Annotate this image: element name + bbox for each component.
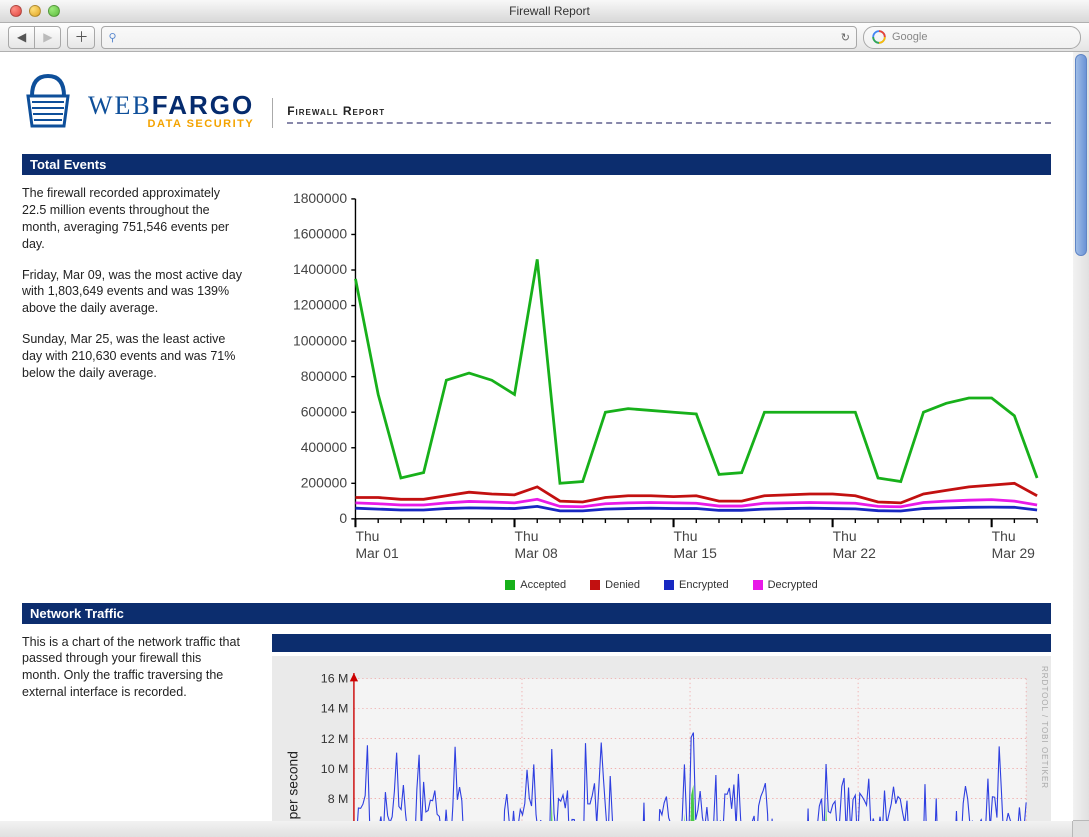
- legend-item-decrypted: Decrypted: [753, 579, 818, 591]
- search-placeholder: Google: [892, 31, 927, 43]
- svg-text:1600000: 1600000: [293, 226, 347, 242]
- resize-corner[interactable]: [1072, 820, 1089, 837]
- window-title: Firewall Report: [110, 4, 989, 18]
- svg-text:Thu: Thu: [833, 528, 857, 544]
- brand-sub: DATA SECURITY: [88, 119, 254, 130]
- events-p2: Friday, Mar 09, was the most active day …: [22, 267, 242, 318]
- legend-item-encrypted: Encrypted: [664, 579, 729, 591]
- svg-text:12 M: 12 M: [321, 731, 349, 745]
- svg-text:Mar 01: Mar 01: [355, 545, 399, 561]
- back-button[interactable]: ◀: [8, 26, 34, 49]
- events-summary: The firewall recorded approximately 22.5…: [22, 185, 242, 396]
- events-p1: The firewall recorded approximately 22.5…: [22, 185, 242, 253]
- browser-toolbar: ◀ ▶ ＋ ⚲ ↻ Google: [0, 23, 1089, 52]
- svg-text:800000: 800000: [301, 368, 348, 384]
- events-chart: 0 200000 400000 600000 800000 1000000 1200000 1…: [272, 185, 1051, 575]
- events-p3: Sunday, Mar 25, was the least active day…: [22, 331, 242, 382]
- reload-button[interactable]: ↻: [841, 31, 850, 44]
- svg-text:8 M: 8 M: [328, 791, 349, 805]
- close-window-button[interactable]: [10, 5, 22, 17]
- svg-text:600000: 600000: [301, 403, 348, 419]
- window-titlebar: Firewall Report: [0, 0, 1089, 23]
- svg-text:Thu: Thu: [992, 528, 1016, 544]
- svg-text:10 M: 10 M: [321, 761, 349, 775]
- google-icon: [872, 30, 886, 44]
- svg-text:16 M: 16 M: [321, 671, 349, 685]
- traffic-p1: This is a chart of the network traffic t…: [22, 634, 242, 702]
- svg-text:Mar 15: Mar 15: [674, 545, 718, 561]
- svg-text:400000: 400000: [301, 439, 348, 455]
- site-icon: ⚲: [108, 31, 116, 44]
- padlock-icon: [22, 70, 74, 130]
- zoom-window-button[interactable]: [48, 5, 60, 17]
- page-header: WEBFARGO DATA SECURITY Firewall Report: [22, 70, 1051, 130]
- svg-text:Thu: Thu: [515, 528, 539, 544]
- traffic-summary: This is a chart of the network traffic t…: [22, 634, 242, 716]
- events-legend: Accepted Denied Encrypted Decrypted: [272, 579, 1051, 591]
- address-bar[interactable]: ⚲ ↻: [101, 26, 857, 49]
- svg-text:Mar 22: Mar 22: [833, 545, 877, 561]
- vertical-scroll-thumb[interactable]: [1075, 54, 1087, 256]
- svg-text:1200000: 1200000: [293, 297, 347, 313]
- svg-text:Thu: Thu: [355, 528, 379, 544]
- svg-text:1400000: 1400000: [293, 261, 347, 277]
- forward-button[interactable]: ▶: [34, 26, 61, 49]
- svg-text:1000000: 1000000: [293, 332, 347, 348]
- page-content: WEBFARGO DATA SECURITY Firewall Report T…: [0, 52, 1073, 821]
- brand-text: WEBFARGO DATA SECURITY: [88, 92, 254, 130]
- traffic-chart: 0 2 M4 M6 M8 M10 M12 M14 M16 M01-Mar-201…: [278, 662, 1051, 822]
- svg-text:0: 0: [339, 510, 347, 526]
- brand-web: WEB: [88, 93, 152, 119]
- svg-text:14 M: 14 M: [321, 701, 349, 715]
- nav-buttons: ◀ ▶: [8, 26, 61, 49]
- minimize-window-button[interactable]: [29, 5, 41, 17]
- svg-text:Thu: Thu: [674, 528, 698, 544]
- horizontal-scrollbar[interactable]: [0, 820, 1073, 837]
- add-button[interactable]: ＋: [67, 26, 95, 49]
- report-title: Firewall Report: [287, 104, 1051, 118]
- section-heading-events: Total Events: [22, 154, 1051, 175]
- window-controls: [0, 5, 110, 17]
- traffic-chart-container: RRDTOOL / TOBI OETIKER 0 2 M4 M6 M8 M10 …: [272, 634, 1051, 822]
- section-heading-traffic: Network Traffic: [22, 603, 1051, 624]
- traffic-chart-topbar: [272, 634, 1051, 652]
- svg-text:Mar 29: Mar 29: [992, 545, 1036, 561]
- vertical-scrollbar[interactable]: [1072, 52, 1089, 821]
- legend-item-denied: Denied: [590, 579, 640, 591]
- legend-item-accepted: Accepted: [505, 579, 566, 591]
- svg-text:Mar 08: Mar 08: [515, 545, 559, 561]
- brand-fargo: FARGO: [152, 92, 254, 118]
- events-chart-container: 0 200000 400000 600000 800000 1000000 1200000 1…: [272, 185, 1051, 591]
- report-title-block: Firewall Report: [272, 98, 1051, 128]
- svg-text:200000: 200000: [301, 474, 348, 490]
- svg-text:Bits per second: Bits per second: [285, 751, 300, 821]
- search-field[interactable]: Google: [863, 26, 1081, 49]
- svg-text:1800000: 1800000: [293, 190, 347, 206]
- chart-credit: RRDTOOL / TOBI OETIKER: [1040, 666, 1049, 789]
